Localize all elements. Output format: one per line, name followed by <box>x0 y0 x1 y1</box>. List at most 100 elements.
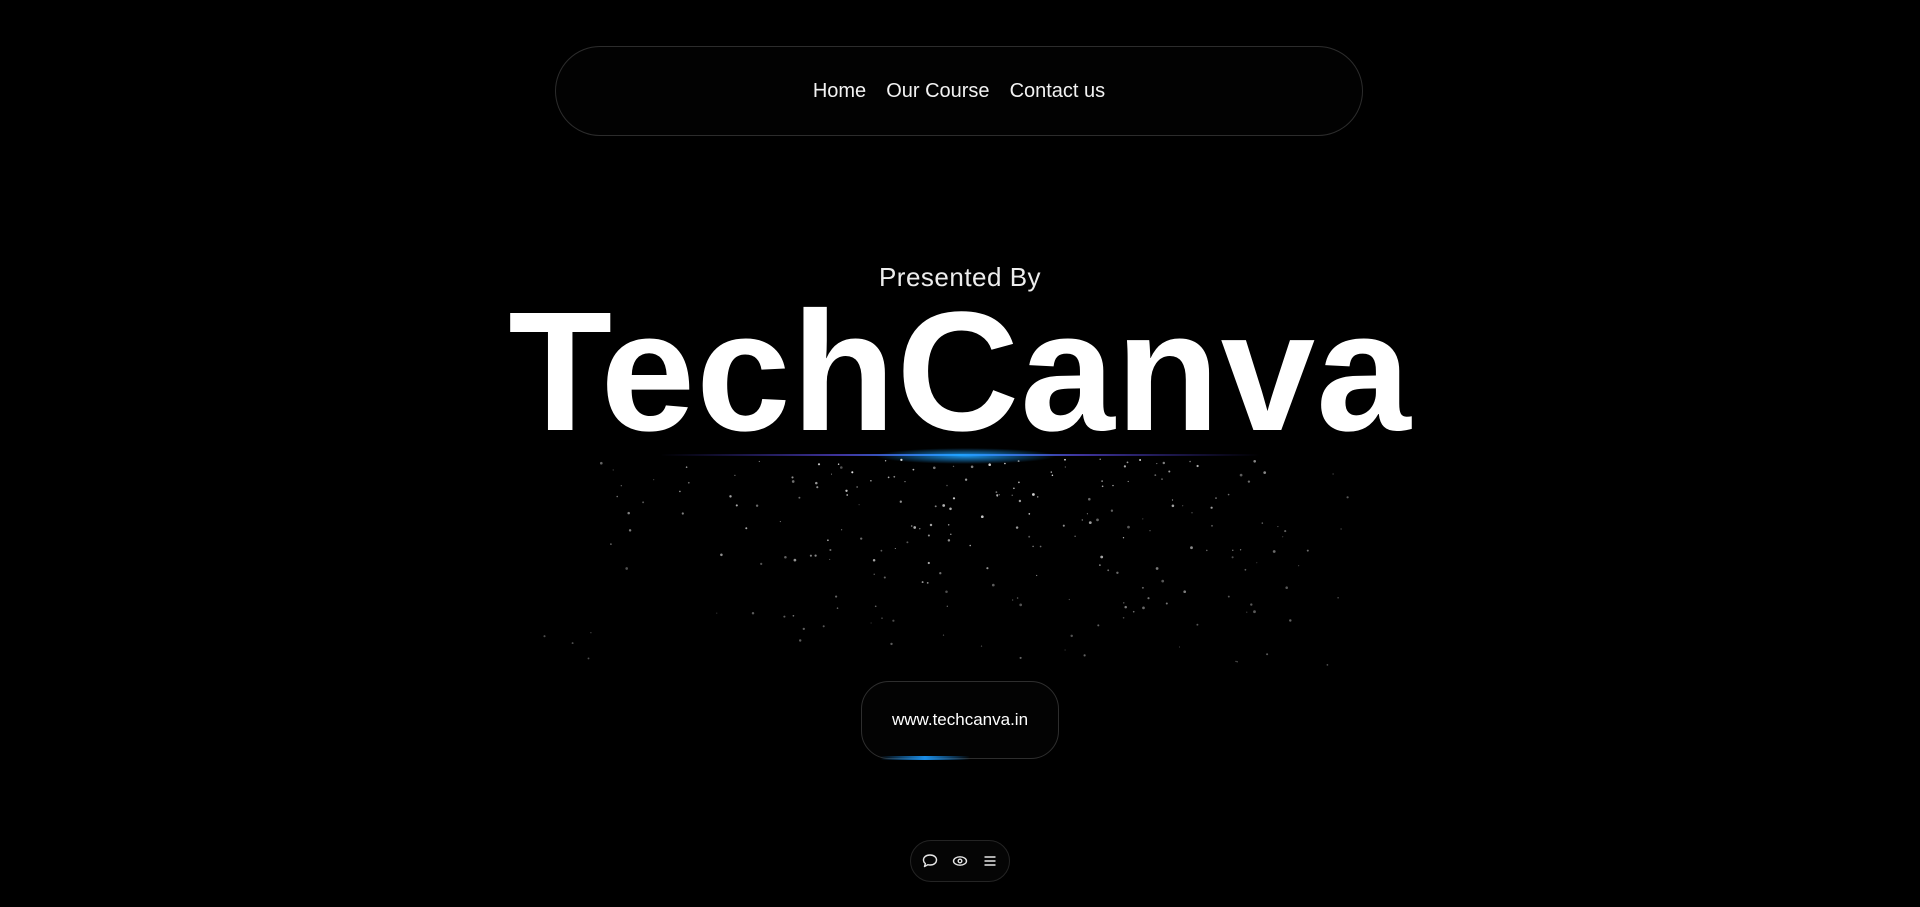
sparkle-dot <box>892 619 895 622</box>
sparkle-dot <box>571 642 574 645</box>
sparkle-dot <box>612 469 614 471</box>
sparkle-dot <box>1196 623 1199 626</box>
sparkle-dot <box>874 605 877 608</box>
sparkle-dot <box>1110 509 1114 512</box>
sparkle-dot <box>830 473 833 475</box>
sparkle-dot <box>817 463 821 466</box>
sparkle-dot <box>881 617 883 619</box>
sparkle-dot <box>927 534 930 537</box>
eye-icon[interactable] <box>950 851 970 871</box>
sparkle-dot <box>1189 460 1191 463</box>
sparkle-dot <box>1306 549 1309 552</box>
sparkle-dot <box>1122 617 1125 619</box>
sparkle-dot <box>884 460 887 462</box>
sparkle-dot <box>1337 597 1339 599</box>
sparkle-dot <box>1162 461 1166 465</box>
sparkle-dot <box>840 466 843 469</box>
sparkle-dot <box>793 558 797 562</box>
sparkle-dot <box>969 544 971 547</box>
sparkle-dot <box>1179 646 1180 648</box>
sparkle-dot <box>1127 525 1130 529</box>
sparkle-dot <box>986 567 989 570</box>
sparkle-dot <box>729 495 732 498</box>
sparkle-dot <box>1099 564 1101 566</box>
sparkle-dot <box>929 523 933 527</box>
sparkle-dot <box>1284 530 1287 533</box>
sparkle-dot <box>1298 565 1300 567</box>
sparkle-dot <box>587 657 590 660</box>
sparkle-dot <box>779 521 781 523</box>
sparkle-dot <box>1147 597 1150 600</box>
sparkle-dot <box>1088 521 1092 524</box>
sparkle-dot <box>745 527 748 530</box>
menu-icon[interactable] <box>980 851 1000 871</box>
sparkle-dot <box>904 480 906 483</box>
sparkle-dot <box>760 562 763 566</box>
sparkle-dot <box>628 529 632 532</box>
sparkle-dot <box>1004 462 1006 465</box>
sparkle-dot <box>1236 661 1238 663</box>
sparkle-dot <box>1190 546 1193 550</box>
sparkle-dot <box>1019 656 1022 659</box>
sparkle-dot <box>1182 505 1184 507</box>
sparkle-dot <box>1227 493 1230 496</box>
sparkle-dot <box>939 572 942 575</box>
sparkle-dot <box>1277 526 1279 528</box>
sparkle-dot <box>934 505 937 508</box>
sparkle-dot <box>809 554 812 557</box>
sparkle-dot <box>932 466 936 470</box>
sparkle-dot <box>1168 470 1171 473</box>
sparkle-dot <box>1011 494 1013 496</box>
sparkle-dot <box>988 463 991 466</box>
sparkle-dot <box>784 555 787 559</box>
sparkle-dot <box>653 479 655 481</box>
sparkle-dot <box>893 475 896 478</box>
sparkle-dot <box>910 525 913 527</box>
chat-bubble-icon[interactable] <box>920 851 940 871</box>
sparkle-dot <box>860 537 863 540</box>
website-url-button[interactable]: www.techcanva.in <box>861 681 1059 759</box>
sparkle-dot <box>1244 568 1247 571</box>
sparkle-dot <box>751 611 755 615</box>
star-field <box>543 458 1349 666</box>
sparkle-dot <box>1142 606 1145 610</box>
sparkle-dot <box>798 496 801 499</box>
sparkle-dot <box>1017 460 1020 463</box>
sparkle-dot <box>1062 524 1065 527</box>
sparkle-dot <box>906 541 909 544</box>
sparkle-dot <box>1126 461 1129 464</box>
sparkle-dot <box>1154 474 1157 476</box>
sparkle-dot <box>1149 530 1151 532</box>
nav-link-contact-us[interactable]: Contact us <box>1010 80 1106 103</box>
sparkle-dot <box>791 480 795 483</box>
sparkle-dot <box>1266 653 1269 656</box>
url-button-glow <box>880 756 970 760</box>
sparkle-dot <box>1036 574 1038 577</box>
sparkle-dot <box>755 504 759 507</box>
sparkle-dot <box>1250 603 1253 606</box>
sparkle-dot <box>1096 518 1099 522</box>
sparkle-dot <box>887 476 890 479</box>
sparkle-dot <box>1123 602 1125 604</box>
sparkle-dot <box>1083 654 1086 657</box>
sparkle-dot <box>880 549 883 552</box>
sparkle-dot <box>1013 487 1015 490</box>
sparkle-dot <box>1156 463 1158 465</box>
sparkle-dot <box>1050 471 1053 473</box>
sparkle-dot <box>1232 549 1234 551</box>
sparkle-dot <box>1285 586 1288 589</box>
top-nav: Home Our Course Contact us <box>555 46 1363 136</box>
sparkle-dot <box>1124 605 1127 609</box>
nav-link-home[interactable]: Home <box>813 80 866 103</box>
sparkle-dot <box>1261 522 1264 524</box>
sparkle-dot <box>610 543 612 545</box>
bottom-toolbar <box>910 840 1010 882</box>
sparkle-dot <box>921 581 924 584</box>
sparkle-dot <box>1227 595 1230 598</box>
sparkle-dot <box>627 511 630 515</box>
sparkle-dot <box>1210 506 1213 509</box>
nav-link-our-course[interactable]: Our Course <box>886 80 989 103</box>
sparkle-dot <box>856 486 858 488</box>
sparkle-dot <box>1018 499 1022 503</box>
sparkle-dot <box>1231 556 1234 559</box>
